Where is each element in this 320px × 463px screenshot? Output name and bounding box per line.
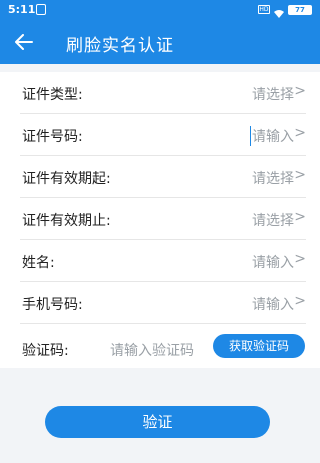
valid-from-select[interactable]: 请选择: [252, 168, 294, 188]
chevron-right-icon: >: [294, 209, 306, 225]
chevron-right-icon: >: [294, 251, 306, 267]
id-type-label: 证件类型:: [22, 87, 83, 103]
notification-icon: [36, 4, 46, 15]
valid-to-select[interactable]: 请选择: [252, 210, 294, 230]
id-type-select[interactable]: 请选择: [252, 84, 294, 104]
wifi-icon: [274, 4, 284, 18]
app-bar: 刷脸实名认证: [0, 20, 320, 64]
id-number-input[interactable]: 请输入: [250, 126, 294, 146]
valid-to-label: 证件有效期止:: [22, 213, 111, 229]
phone-input[interactable]: 请输入: [252, 294, 294, 314]
battery-icon: 77: [288, 5, 312, 15]
valid-from-label: 证件有效期起:: [22, 171, 111, 187]
status-time: 5:11: [8, 3, 36, 16]
chevron-right-icon: >: [294, 125, 306, 141]
valid-from-row[interactable]: 证件有效期起: 请选择 >: [20, 156, 306, 198]
get-code-button[interactable]: 获取验证码: [213, 334, 305, 358]
back-button[interactable]: [10, 28, 38, 56]
name-label: 姓名:: [22, 255, 55, 271]
name-row[interactable]: 姓名: 请输入 >: [20, 240, 306, 282]
chevron-right-icon: >: [294, 167, 306, 183]
chevron-right-icon: >: [294, 293, 306, 309]
phone-label: 手机号码:: [22, 297, 83, 313]
verification-code-row: 验证码: 请输入验证码 获取验证码: [20, 334, 306, 368]
phone-row[interactable]: 手机号码: 请输入 >: [20, 282, 306, 324]
verification-code-input[interactable]: 请输入验证码: [110, 340, 194, 360]
back-arrow-icon: [15, 34, 33, 50]
chevron-right-icon: >: [294, 83, 306, 99]
verification-code-label: 验证码:: [22, 343, 69, 359]
network-icon: HD: [258, 5, 270, 14]
valid-to-row[interactable]: 证件有效期止: 请选择 >: [20, 198, 306, 240]
id-number-row[interactable]: 证件号码: 请输入 >: [20, 114, 306, 156]
name-input[interactable]: 请输入: [252, 252, 294, 272]
verification-form: 证件类型: 请选择 > 证件号码: 请输入 > 证件有效期起: 请选择 > 证件…: [0, 72, 320, 368]
page-title: 刷脸实名认证: [66, 36, 174, 56]
verify-button[interactable]: 验证: [45, 406, 270, 438]
status-bar: 5:11 HD 77: [0, 0, 320, 20]
id-number-label: 证件号码:: [22, 129, 83, 145]
id-type-row[interactable]: 证件类型: 请选择 >: [20, 72, 306, 114]
